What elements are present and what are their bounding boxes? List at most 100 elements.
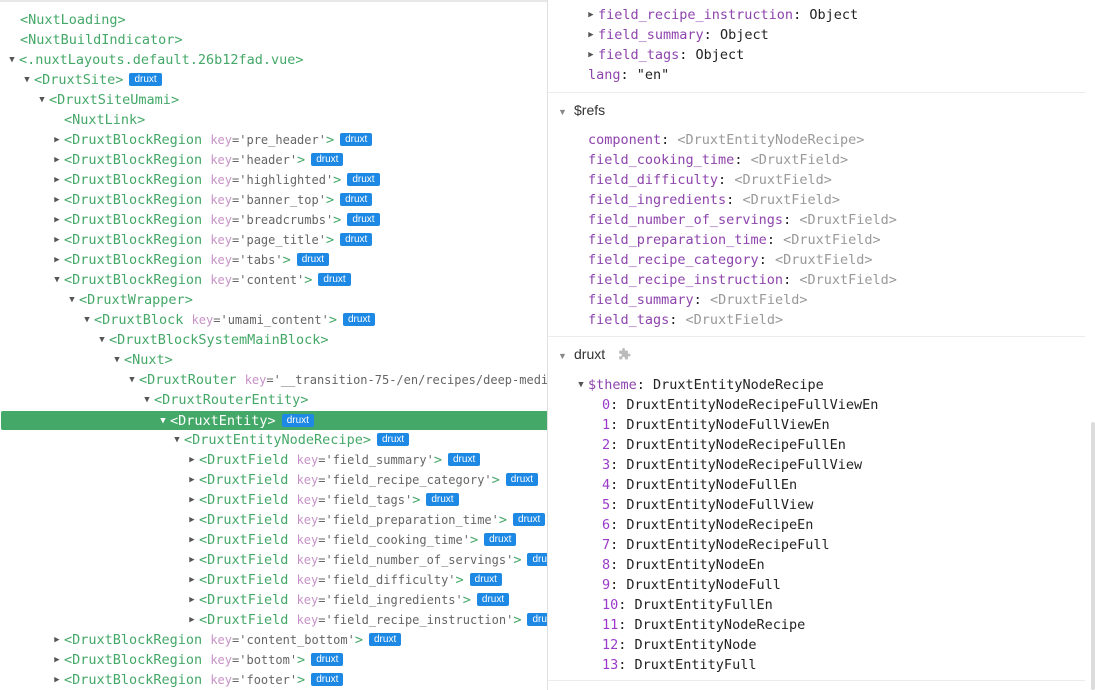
tree-node[interactable]: ▶ <DruxtField key='field_difficulty'> drux… bbox=[0, 570, 547, 590]
caret-right-icon[interactable]: ▶ bbox=[185, 610, 199, 630]
tree-node-selected[interactable]: ▼ <DruxtEntity> druxt bbox=[1, 411, 547, 430]
caret-right-icon[interactable]: ▶ bbox=[50, 230, 64, 250]
tree-node[interactable]: ▼ <DruxtRouter key='__transition-75-/en/r… bbox=[0, 370, 547, 390]
tree-node[interactable]: ▼ <DruxtBlockRegion key='content'> druxt bbox=[0, 270, 547, 290]
tree-node[interactable]: <NuxtBuildIndicator> bbox=[0, 30, 547, 50]
theme-item-row[interactable]: 7: DruxtEntityNodeRecipeFull bbox=[602, 535, 830, 555]
ref-row[interactable]: field_summary: <DruxtField> bbox=[588, 290, 807, 310]
ref-row[interactable]: component: <DruxtEntityNodeRecipe> bbox=[588, 130, 864, 150]
caret-right-icon[interactable]: ▶ bbox=[185, 510, 199, 530]
theme-item-row[interactable]: 4: DruxtEntityNodeFullEn bbox=[602, 475, 797, 495]
caret-right-icon[interactable]: ▶ bbox=[185, 490, 199, 510]
caret-down-icon[interactable]: ▼ bbox=[65, 290, 79, 310]
tree-node[interactable]: ▶ <DruxtBlockRegion key='footer'> druxt bbox=[0, 670, 547, 690]
ref-row[interactable]: field_preparation_time: <DruxtField> bbox=[588, 230, 881, 250]
theme-item-row[interactable]: 1: DruxtEntityNodeFullViewEn bbox=[602, 415, 830, 435]
tree-node[interactable]: ▼ <DruxtWrapper> bbox=[0, 290, 547, 310]
tree-node[interactable]: ▶ <DruxtBlockRegion key='bottom'> druxt bbox=[0, 650, 547, 670]
tree-node[interactable]: ▶ <DruxtBlockRegion key='banner_top'> drux… bbox=[0, 190, 547, 210]
theme-item-row[interactable]: 2: DruxtEntityNodeRecipeFullEn bbox=[602, 435, 846, 455]
caret-down-icon[interactable]: ▼ bbox=[156, 411, 170, 431]
tree-node[interactable]: <NuxtLoading> bbox=[0, 10, 547, 30]
caret-right-icon[interactable]: ▶ bbox=[185, 590, 199, 610]
caret-down-icon[interactable]: ▼ bbox=[5, 50, 19, 70]
tree-node[interactable]: ▼ <DruxtBlockSystemMainBlock> bbox=[0, 330, 547, 350]
caret-down-icon[interactable]: ▼ bbox=[125, 370, 139, 390]
caret-right-icon[interactable]: ▶ bbox=[50, 650, 64, 670]
tree-node[interactable]: ▶ <DruxtBlockRegion key='page_title'> drux… bbox=[0, 230, 547, 250]
ref-row[interactable]: field_difficulty: <DruxtField> bbox=[588, 170, 832, 190]
caret-right-icon[interactable]: ▶ bbox=[50, 250, 64, 270]
tree-node[interactable]: ▼ <DruxtRouterEntity> bbox=[0, 390, 547, 410]
ref-row[interactable]: field_ingredients: <DruxtField> bbox=[588, 190, 840, 210]
tree-node[interactable]: ▼ <DruxtSite> druxt bbox=[0, 70, 547, 90]
tree-node[interactable]: ▶ <DruxtField key='field_recipe_instructi… bbox=[0, 610, 547, 630]
tree-node[interactable]: ▶ <DruxtBlockRegion key='breadcrumbs'> dru… bbox=[0, 210, 547, 230]
theme-item-row[interactable]: 6: DruxtEntityNodeRecipeEn bbox=[602, 515, 813, 535]
tree-node[interactable]: ▶ <DruxtField key='field_tags'> druxt bbox=[0, 490, 547, 510]
tree-node[interactable]: ▶ <DruxtField key='field_number_of_servin… bbox=[0, 550, 547, 570]
inspector-scrollbar[interactable] bbox=[1091, 422, 1095, 690]
caret-right-icon[interactable]: ▶ bbox=[50, 170, 64, 190]
prop-row[interactable]: ▶ field_summary: Object bbox=[584, 25, 768, 45]
prop-row[interactable]: ▶ field_recipe_instruction: Object bbox=[584, 5, 858, 25]
tree-node[interactable]: <NuxtLink> bbox=[0, 110, 547, 130]
caret-down-icon[interactable]: ▼ bbox=[80, 310, 94, 330]
ref-row[interactable]: field_recipe_category: <DruxtField> bbox=[588, 250, 873, 270]
ref-row[interactable]: field_cooking_time: <DruxtField> bbox=[588, 150, 848, 170]
ref-row[interactable]: field_tags: <DruxtField> bbox=[588, 310, 783, 330]
caret-right-icon[interactable]: ▶ bbox=[50, 630, 64, 650]
prop-row[interactable]: lang: "en" bbox=[588, 65, 669, 85]
tree-node[interactable]: ▶ <DruxtBlockRegion key='header'> druxt bbox=[0, 150, 547, 170]
caret-right-icon[interactable]: ▶ bbox=[584, 5, 598, 25]
ref-row[interactable]: field_number_of_servings: <DruxtField> bbox=[588, 210, 897, 230]
theme-item-row[interactable]: 5: DruxtEntityNodeFullView bbox=[602, 495, 813, 515]
caret-right-icon[interactable]: ▶ bbox=[50, 150, 64, 170]
caret-down-icon[interactable]: ▼ bbox=[20, 70, 34, 90]
theme-item-row[interactable]: 8: DruxtEntityNodeEn bbox=[602, 555, 765, 575]
caret-right-icon[interactable]: ▶ bbox=[185, 450, 199, 470]
caret-down-icon[interactable]: ▼ bbox=[110, 350, 124, 370]
theme-item-row[interactable]: 10: DruxtEntityFullEn bbox=[602, 595, 773, 615]
tree-node[interactable]: ▼ <DruxtEntityNodeRecipe> druxt bbox=[0, 430, 547, 450]
caret-right-icon[interactable]: ▶ bbox=[185, 530, 199, 550]
caret-down-icon[interactable]: ▼ bbox=[50, 270, 64, 290]
theme-item-row[interactable]: 0: DruxtEntityNodeRecipeFullViewEn bbox=[602, 395, 878, 415]
tree-node[interactable]: ▼ <Nuxt> bbox=[0, 350, 547, 370]
caret-right-icon[interactable]: ▶ bbox=[50, 130, 64, 150]
theme-item-row[interactable]: 11: DruxtEntityNodeRecipe bbox=[602, 615, 805, 635]
caret-down-icon[interactable]: ▼ bbox=[35, 90, 49, 110]
tree-node[interactable]: ▼ <.nuxtLayouts.default.26b12fad.vue> bbox=[0, 50, 547, 70]
tree-node[interactable]: ▼ <DruxtBlock key='umami_content'> druxt bbox=[0, 310, 547, 330]
tree-node[interactable]: ▼ <DruxtSiteUmami> bbox=[0, 90, 547, 110]
refs-section-header[interactable]: ▼ $refs bbox=[548, 95, 1085, 125]
tree-node[interactable]: ▶ <DruxtBlockRegion key='content_bottom'>… bbox=[0, 630, 547, 650]
tree-node[interactable]: ▶ <DruxtField key='field_cooking_time'> dr… bbox=[0, 530, 547, 550]
tree-node[interactable]: ▶ <DruxtBlockRegion key='tabs'> druxt bbox=[0, 250, 547, 270]
tree-node[interactable]: ▶ <DruxtField key='field_ingredients'> dru… bbox=[0, 590, 547, 610]
caret-right-icon[interactable]: ▶ bbox=[584, 45, 598, 65]
caret-right-icon[interactable]: ▶ bbox=[50, 190, 64, 210]
theme-item-row[interactable]: 3: DruxtEntityNodeRecipeFullView bbox=[602, 455, 862, 475]
theme-item-row[interactable]: 12: DruxtEntityNode bbox=[602, 635, 756, 655]
theme-item-row[interactable]: 13: DruxtEntityFull bbox=[602, 655, 756, 675]
theme-item-row[interactable]: 9: DruxtEntityNodeFull bbox=[602, 575, 781, 595]
tree-node[interactable]: ▶ <DruxtBlockRegion key='pre_header'> drux… bbox=[0, 130, 547, 150]
prop-row[interactable]: ▶ field_tags: Object bbox=[584, 45, 744, 65]
tree-node[interactable]: ▶ <DruxtField key='field_summary'> druxt bbox=[0, 450, 547, 470]
tree-node[interactable]: ▶ <DruxtField key='field_preparation_time… bbox=[0, 510, 547, 530]
tree-node[interactable]: ▶ <DruxtField key='field_recipe_category'… bbox=[0, 470, 547, 490]
caret-down-icon[interactable]: ▼ bbox=[95, 330, 109, 350]
caret-right-icon[interactable]: ▶ bbox=[50, 210, 64, 230]
caret-down-icon[interactable]: ▼ bbox=[140, 390, 154, 410]
ref-row[interactable]: field_recipe_instruction: <DruxtField> bbox=[588, 270, 897, 290]
caret-right-icon[interactable]: ▶ bbox=[50, 670, 64, 690]
tree-node[interactable]: ▶ <DruxtBlockRegion key='highlighted'> dru… bbox=[0, 170, 547, 190]
caret-right-icon[interactable]: ▶ bbox=[185, 570, 199, 590]
caret-down-icon[interactable]: ▼ bbox=[170, 430, 184, 450]
caret-right-icon[interactable]: ▶ bbox=[185, 550, 199, 570]
druxt-section-header[interactable]: ▼ druxt bbox=[548, 339, 1085, 369]
component-tree-panel[interactable]: <NuxtLoading> <NuxtBuildIndicator> ▼ <.nuxt… bbox=[0, 0, 547, 690]
theme-row[interactable]: ▼ $theme: DruxtEntityNodeRecipe bbox=[574, 375, 823, 395]
component-inspector-panel[interactable]: ▶ field_recipe_instruction: Object ▶ field_… bbox=[548, 0, 1095, 690]
